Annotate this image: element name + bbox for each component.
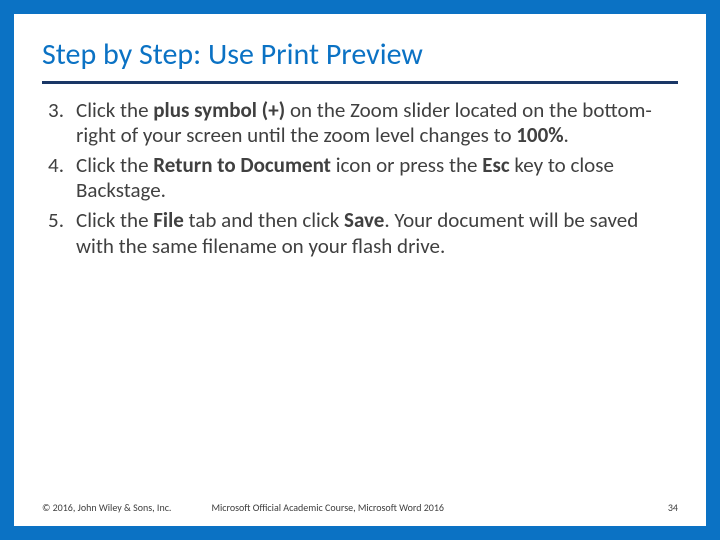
slide-footer: © 2016, John Wiley & Sons, Inc. Microsof… xyxy=(42,501,678,516)
step-item: 3.Click the plus symbol (+) on the Zoom … xyxy=(42,98,678,149)
step-bold-text: plus symbol (+) xyxy=(153,97,285,123)
step-bold-text: File xyxy=(153,207,184,233)
step-bold-text: Return to Document xyxy=(153,152,331,178)
slide: Step by Step: Use Print Preview 3.Click … xyxy=(0,0,720,540)
step-number: 4. xyxy=(42,153,76,204)
step-bold-text: Save xyxy=(344,207,384,233)
step-text: Click the Return to Document icon or pre… xyxy=(76,153,678,204)
step-item: 4.Click the Return to Document icon or p… xyxy=(42,153,678,204)
step-list: 3.Click the plus symbol (+) on the Zoom … xyxy=(42,98,678,260)
step-text: Click the plus symbol (+) on the Zoom sl… xyxy=(76,98,678,149)
step-number: 5. xyxy=(42,208,76,259)
step-bold-text: Esc xyxy=(482,152,509,178)
step-bold-text: 100% xyxy=(516,122,563,148)
footer-page-number: 34 xyxy=(668,501,678,514)
slide-title: Step by Step: Use Print Preview xyxy=(42,38,678,79)
footer-course: Microsoft Official Academic Course, Micr… xyxy=(211,501,667,514)
footer-copyright: © 2016, John Wiley & Sons, Inc. xyxy=(42,501,171,514)
slide-content: 3.Click the plus symbol (+) on the Zoom … xyxy=(42,98,678,502)
step-number: 3. xyxy=(42,98,76,149)
step-item: 5.Click the File tab and then click Save… xyxy=(42,208,678,259)
title-divider xyxy=(42,81,678,84)
step-text: Click the File tab and then click Save. … xyxy=(76,208,678,259)
